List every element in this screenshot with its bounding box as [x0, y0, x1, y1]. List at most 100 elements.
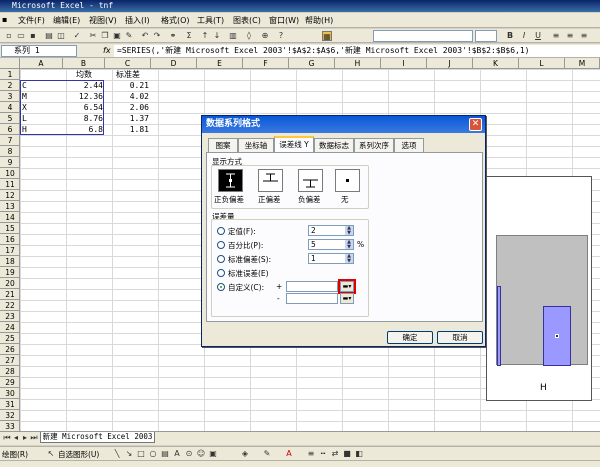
align-left-icon[interactable]: ≡: [551, 31, 561, 41]
column-header[interactable]: H: [335, 58, 381, 69]
none-display-button[interactable]: [335, 169, 360, 192]
save-icon[interactable]: ▪: [28, 31, 38, 41]
shadow-icon[interactable]: ■: [342, 449, 352, 459]
menu-file[interactable]: 文件(F): [18, 15, 45, 26]
data-cell[interactable]: 2.06: [107, 102, 149, 113]
row-header[interactable]: 14: [0, 212, 20, 223]
copy-icon[interactable]: ❐: [100, 31, 110, 41]
row-header[interactable]: 13: [0, 201, 20, 212]
align-right-icon[interactable]: ≡: [579, 31, 589, 41]
row-header[interactable]: 23: [0, 311, 20, 322]
close-icon[interactable]: ✕: [469, 118, 482, 131]
font-name-select[interactable]: [373, 30, 473, 42]
fixed-value-spinner[interactable]: 2 ▲ ▼: [308, 225, 354, 236]
spin-arrows-icon[interactable]: ▲ ▼: [345, 226, 353, 235]
chart-type-icon[interactable]: ▦: [322, 31, 332, 41]
row-header[interactable]: 10: [0, 168, 20, 179]
fx-icon[interactable]: fx: [103, 46, 111, 55]
menu-chart[interactable]: 图表(C): [233, 15, 261, 26]
row-header[interactable]: 29: [0, 377, 20, 388]
column-header[interactable]: I: [381, 58, 427, 69]
custom-minus-input[interactable]: [286, 293, 338, 304]
menu-help[interactable]: 帮助(H): [305, 15, 333, 26]
picture-icon[interactable]: ▣: [208, 449, 218, 459]
oval-icon[interactable]: ○: [148, 449, 158, 459]
row-header[interactable]: 17: [0, 245, 20, 256]
row-header[interactable]: 18: [0, 256, 20, 267]
column-header[interactable]: D: [151, 58, 197, 69]
redo-icon[interactable]: ↷: [152, 31, 162, 41]
tab-data-labels[interactable]: 数据标志: [314, 138, 354, 152]
header-cell[interactable]: [22, 69, 61, 80]
row-header[interactable]: 19: [0, 267, 20, 278]
header-cell[interactable]: 均数: [65, 69, 103, 80]
spell-icon[interactable]: ✓: [72, 31, 82, 41]
row-header[interactable]: 24: [0, 322, 20, 333]
draw-menu[interactable]: 绘图(R): [2, 449, 28, 460]
row-header[interactable]: 1: [0, 69, 20, 80]
format-painter-icon[interactable]: ✎: [124, 31, 134, 41]
name-box[interactable]: 系列 1: [1, 45, 77, 57]
wordart-icon[interactable]: A: [172, 449, 182, 459]
zoom-icon[interactable]: ⊕: [260, 31, 270, 41]
column-header[interactable]: B: [63, 58, 105, 69]
tab-series-order[interactable]: 系列次序: [354, 138, 394, 152]
row-header[interactable]: 4: [0, 102, 20, 113]
plot-area[interactable]: [496, 235, 588, 366]
stddev-spinner[interactable]: 1 ▲ ▼: [308, 253, 354, 264]
line-style-icon[interactable]: ≡: [306, 449, 316, 459]
row-header[interactable]: 21: [0, 289, 20, 300]
row-header[interactable]: 6: [0, 124, 20, 135]
menu-format[interactable]: 格式(O): [161, 15, 190, 26]
row-header[interactable]: 9: [0, 157, 20, 168]
tab-patterns[interactable]: 图案: [208, 138, 238, 152]
autoshape-menu[interactable]: 自选图形(U): [58, 449, 99, 460]
header-cell[interactable]: 标准差: [107, 69, 149, 80]
spin-arrows-icon[interactable]: ▲ ▼: [345, 240, 353, 249]
data-cell[interactable]: 1.81: [107, 124, 149, 135]
spin-arrows-icon[interactable]: ▲ ▼: [345, 254, 353, 263]
sort-desc-icon[interactable]: ↓: [212, 31, 222, 41]
percent-spinner[interactable]: 5 ▲ ▼: [308, 239, 354, 250]
row-header[interactable]: 22: [0, 300, 20, 311]
menu-icon[interactable]: ▪: [2, 15, 7, 24]
sort-asc-icon[interactable]: ↑: [200, 31, 210, 41]
open-icon[interactable]: ▭: [16, 31, 26, 41]
row-header[interactable]: 7: [0, 135, 20, 146]
row-header[interactable]: 33: [0, 421, 20, 431]
row-header[interactable]: 30: [0, 388, 20, 399]
column-header[interactable]: A: [20, 58, 63, 69]
italic-button[interactable]: I: [519, 31, 529, 41]
chart-area[interactable]: H: [486, 176, 592, 401]
column-header[interactable]: K: [473, 58, 519, 69]
ok-button[interactable]: 确定: [387, 331, 433, 344]
menu-insert[interactable]: 插入(I): [125, 15, 150, 26]
column-header[interactable]: J: [427, 58, 473, 69]
column-header[interactable]: L: [519, 58, 565, 69]
sum-icon[interactable]: Σ: [184, 31, 194, 41]
fixed-value-radio[interactable]: [217, 227, 225, 235]
rectangle-icon[interactable]: □: [136, 449, 146, 459]
column-header[interactable]: M: [565, 58, 600, 69]
column-header[interactable]: G: [289, 58, 335, 69]
menu-window[interactable]: 窗口(W): [269, 15, 299, 26]
last-sheet-icon[interactable]: ⏭: [29, 433, 39, 443]
data-cell[interactable]: 0.21: [107, 80, 149, 91]
formula-input[interactable]: =SERIES(,'新建 Microsoft Excel 2003'!$A$2:…: [114, 45, 600, 57]
plus-display-button[interactable]: [258, 169, 283, 192]
paste-icon[interactable]: ▣: [112, 31, 122, 41]
row-header[interactable]: 16: [0, 234, 20, 245]
line-color-icon[interactable]: ✎: [262, 449, 272, 459]
chart-wizard-icon[interactable]: ▥: [228, 31, 238, 41]
new-icon[interactable]: ▫: [4, 31, 14, 41]
column-header[interactable]: E: [197, 58, 243, 69]
hyperlink-icon[interactable]: ⚭: [168, 31, 178, 41]
sheet-tab[interactable]: 新建 Microsoft Excel 2003: [40, 432, 155, 443]
undo-icon[interactable]: ↶: [140, 31, 150, 41]
row-header[interactable]: 20: [0, 278, 20, 289]
custom-radio[interactable]: [217, 283, 225, 291]
row-header[interactable]: 26: [0, 344, 20, 355]
percent-radio[interactable]: [217, 241, 225, 249]
tab-options[interactable]: 选项: [394, 138, 424, 152]
row-header[interactable]: 2: [0, 80, 20, 91]
